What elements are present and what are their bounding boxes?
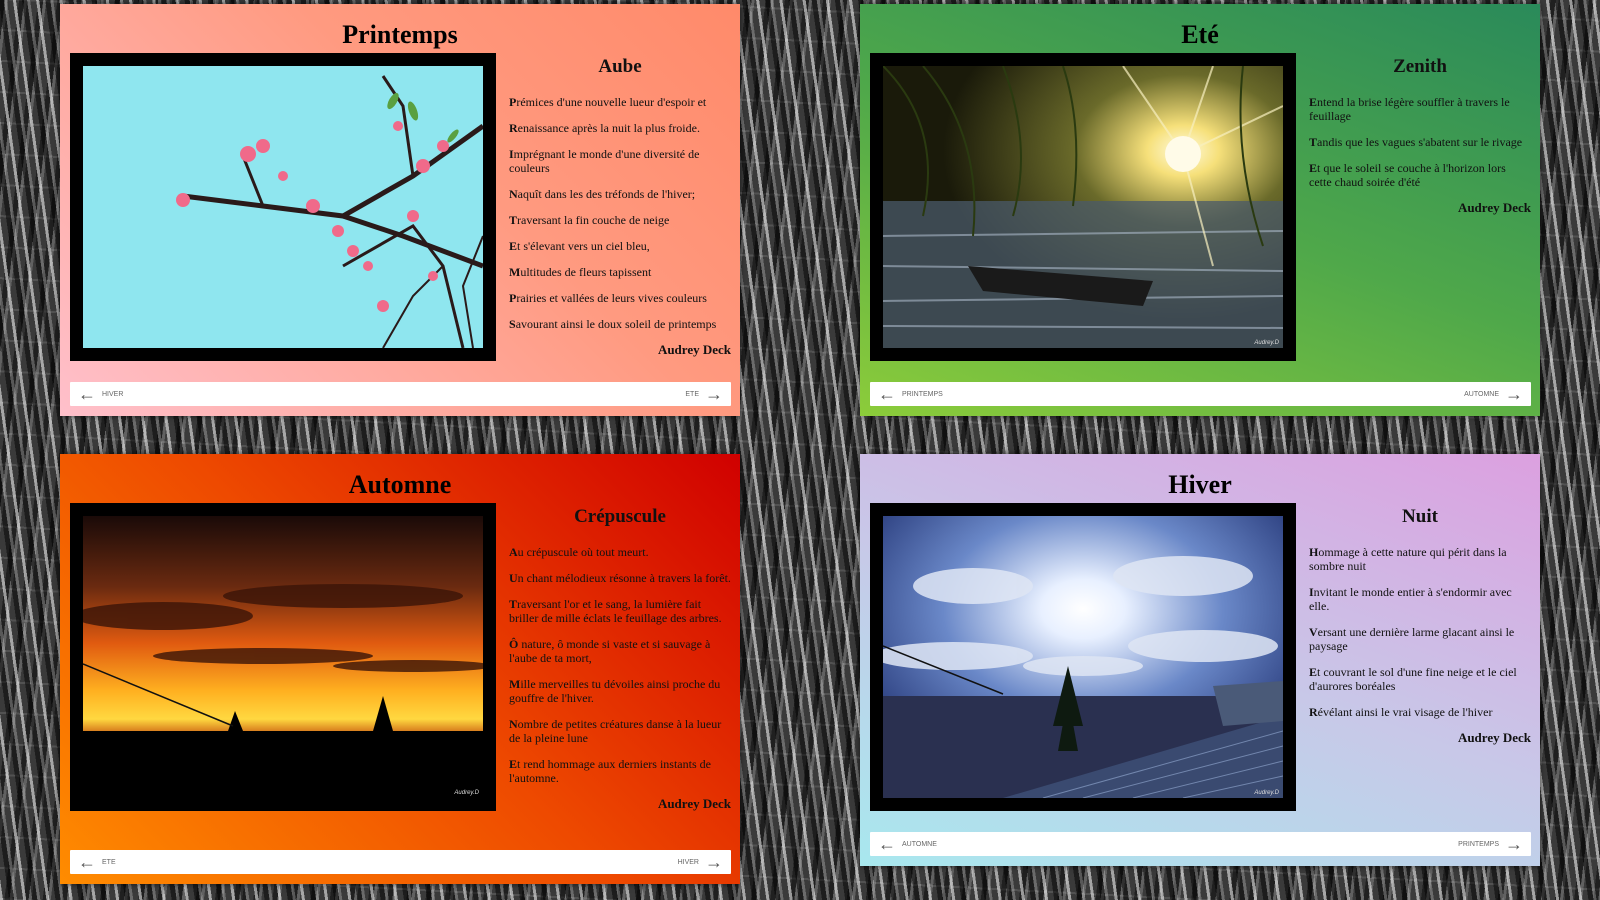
nav-prev-link[interactable]: ← AUTOMNE	[878, 832, 937, 856]
card-hiver: Hiver Audrey.D Nuit Hommage à cette natu…	[860, 454, 1540, 866]
nav-prev-link[interactable]: ← HIVER	[78, 382, 123, 406]
poem-title: Zenith	[1393, 56, 1447, 77]
poem-line: Imprégnant le monde d'une diversité de c…	[509, 147, 700, 175]
poem: Crépuscule Au crépuscule où tout meurt. …	[509, 503, 731, 811]
nav-prev-link[interactable]: ← ETE	[78, 850, 116, 874]
poem-title: Nuit	[1402, 506, 1438, 527]
photo-watermark: Audrey.D	[454, 790, 479, 796]
nav-next-label: ETE	[685, 390, 699, 398]
arrow-right-icon: →	[1505, 384, 1523, 404]
nav-prev-label: ETE	[102, 858, 116, 866]
poem-line: Traversant la fin couche de neige	[509, 213, 670, 227]
poem-line: Multitudes de fleurs tapissent	[509, 265, 652, 279]
nav-next-label: AUTOMNE	[1464, 390, 1499, 398]
poem-line: Et s'élevant vers un ciel bleu,	[509, 239, 650, 253]
poem-line: Au crépuscule où tout meurt.	[509, 545, 649, 559]
poem-line: Versant une dernière larme glacant ainsi…	[1309, 625, 1515, 653]
card-printemps: Printemps Aube Prémices d'une nouvelle l…	[60, 4, 740, 416]
poem-author: Audrey Deck	[1457, 730, 1531, 745]
season-nav: ← HIVER ETE →	[70, 382, 731, 406]
poem-author: Audrey Deck	[657, 796, 731, 811]
poem-title: Aube	[598, 56, 642, 77]
poem-line: Et couvrant le sol d'une fine neige et l…	[1309, 665, 1517, 693]
nav-next-link[interactable]: AUTOMNE →	[1464, 382, 1523, 406]
nav-prev-label: HIVER	[102, 390, 124, 398]
nav-next-link[interactable]: PRINTEMPS →	[1458, 832, 1523, 856]
poem-line: Et que le soleil se couche à l'horizon l…	[1309, 161, 1506, 189]
photo-watermark: Audrey.D	[1254, 790, 1279, 796]
poem-line: Et rend hommage aux derniers instants de…	[509, 757, 711, 785]
arrow-left-icon: ←	[878, 384, 896, 404]
nav-prev-link[interactable]: ← PRINTEMPS	[878, 382, 943, 406]
photo-frame	[70, 53, 496, 361]
poem: Zenith Entend la brise légère souffler à…	[1309, 53, 1531, 215]
nav-next-link[interactable]: ETE →	[685, 382, 723, 406]
photo-river-sun: Audrey.D	[883, 66, 1283, 348]
arrow-left-icon: ←	[78, 852, 96, 872]
season-nav: ← AUTOMNE PRINTEMPS →	[870, 832, 1531, 856]
poem-line: Révélant ainsi le vrai visage de l'hiver	[1309, 705, 1493, 719]
poem-line: Un chant mélodieux résonne à travers la …	[509, 571, 731, 585]
poem-title: Crépuscule	[574, 506, 666, 527]
nav-next-label: HIVER	[677, 858, 699, 866]
card-title: Hiver	[1168, 470, 1232, 499]
poem-line: Mille merveilles tu dévoiles ainsi proch…	[509, 677, 721, 705]
card-title: Printemps	[342, 20, 458, 49]
poem-author: Audrey Deck	[657, 342, 731, 357]
season-nav: ← ETE HIVER →	[70, 850, 731, 874]
poem-line: Tandis que les vagues s'abatent sur le r…	[1309, 135, 1523, 149]
arrow-right-icon: →	[705, 852, 723, 872]
photo-blossom-branch	[83, 66, 483, 348]
card-title: Eté	[1181, 20, 1219, 49]
nav-next-label: PRINTEMPS	[1458, 840, 1499, 848]
photo-frame: Audrey.D	[870, 53, 1296, 361]
poem: Aube Prémices d'une nouvelle lueur d'esp…	[509, 53, 731, 357]
arrow-left-icon: ←	[878, 834, 896, 854]
arrow-right-icon: →	[705, 384, 723, 404]
poem-line: Ô nature, ô monde si vaste et si sauvage…	[509, 637, 711, 665]
photo-frame: Audrey.D	[70, 503, 496, 811]
poem-line: Renaissance après la nuit la plus froide…	[509, 121, 700, 135]
card-ete: Eté Audrey.D Zenith Entend la brise légè…	[860, 4, 1540, 416]
season-nav: ← PRINTEMPS AUTOMNE →	[870, 382, 1531, 406]
poem-line: Invitant le monde entier à s'endormir av…	[1309, 585, 1512, 613]
poem-line: Savourant ainsi le doux soleil de printe…	[509, 317, 717, 331]
arrow-right-icon: →	[1505, 834, 1523, 854]
nav-prev-label: AUTOMNE	[902, 840, 937, 848]
poem-line: Prairies et vallées de leurs vives coule…	[509, 291, 707, 305]
poem: Nuit Hommage à cette nature qui périt da…	[1309, 503, 1531, 745]
nav-prev-label: PRINTEMPS	[902, 390, 943, 398]
poem-line: Naquît dans les des tréfonds de l'hiver;	[509, 187, 696, 201]
photo-winter-sky: Audrey.D	[883, 516, 1283, 798]
poem-line: Hommage à cette nature qui périt dans la…	[1309, 545, 1507, 573]
photo-watermark: Audrey.D	[1254, 340, 1279, 346]
poem-line: Entend la brise légère souffler à traver…	[1309, 95, 1510, 123]
nav-next-link[interactable]: HIVER →	[678, 850, 723, 874]
poem-line: Traversant l'or et le sang, la lumière f…	[509, 597, 722, 625]
poem-line: Nombre de petites créatures danse à la l…	[509, 717, 722, 745]
arrow-left-icon: ←	[78, 384, 96, 404]
poem-line: Prémices d'une nouvelle lueur d'espoir e…	[509, 95, 707, 109]
card-title: Automne	[348, 470, 452, 499]
poem-author: Audrey Deck	[1457, 200, 1531, 215]
photo-frame: Audrey.D	[870, 503, 1296, 811]
card-automne: Automne Audrey.D Crépuscule Au crépuscul…	[60, 454, 740, 884]
photo-sunset: Audrey.D	[83, 516, 483, 798]
